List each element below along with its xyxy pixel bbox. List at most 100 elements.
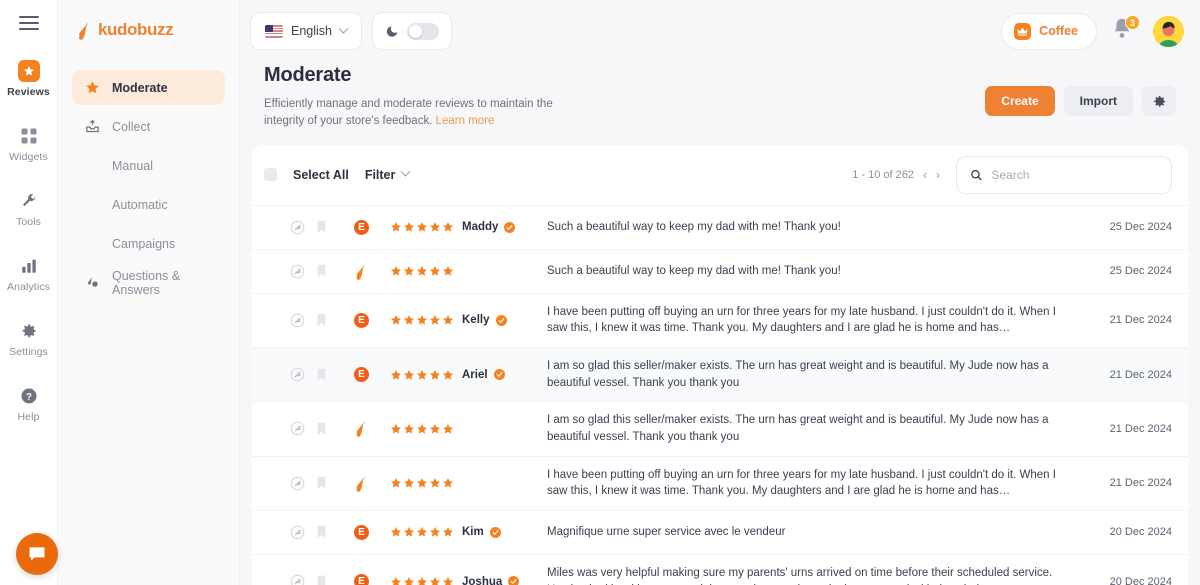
- sidebar-item-collect[interactable]: Collect: [72, 109, 225, 144]
- create-button[interactable]: Create: [985, 86, 1055, 116]
- etsy-source-icon: E: [354, 219, 369, 235]
- table-row[interactable]: Such a beautiful way to keep my dad with…: [252, 248, 1188, 293]
- search-input[interactable]: [991, 167, 1158, 182]
- table-row[interactable]: I have been putting off buying an urn fo…: [252, 455, 1188, 510]
- row-bookmark-button[interactable]: [316, 220, 354, 234]
- star-icon: [391, 369, 401, 380]
- reviews-list: E Maddy Such a beautiful way to keep my …: [252, 204, 1188, 585]
- publish-icon: [290, 476, 305, 491]
- page-header: Moderate Efficiently manage and moderate…: [240, 62, 1200, 145]
- star-icon: [443, 315, 453, 325]
- row-bookmark-button[interactable]: [316, 525, 354, 539]
- coffee-label: Coffee: [1039, 24, 1078, 38]
- row-bookmark-button[interactable]: [316, 313, 354, 327]
- crown-badge-icon: [1014, 22, 1032, 40]
- select-all-checkbox[interactable]: [264, 168, 277, 181]
- review-source: E: [354, 524, 390, 540]
- dark-mode-toggle[interactable]: [372, 12, 452, 50]
- review-date: 25 Dec 2024: [1109, 265, 1172, 277]
- star-icon: [443, 478, 453, 488]
- review-text: I have been putting off buying an urn fo…: [547, 305, 1056, 335]
- sidebar-item-moderate[interactable]: Moderate: [72, 70, 225, 105]
- star-icon: [391, 527, 401, 537]
- rail-item-label: Help: [17, 411, 40, 423]
- table-row[interactable]: E Kelly I have been putting off buying a…: [252, 292, 1188, 347]
- filter-dropdown[interactable]: Filter: [365, 166, 411, 182]
- star-icon: [404, 423, 414, 434]
- sidebar-item-questions-answers[interactable]: Questions & Answers: [72, 265, 225, 300]
- review-date: 21 Dec 2024: [1109, 477, 1172, 490]
- sidebar-item-campaigns[interactable]: Campaigns: [72, 226, 225, 261]
- review-source: E: [354, 574, 390, 585]
- row-bookmark-button[interactable]: [316, 264, 354, 278]
- star-icon: [417, 266, 427, 276]
- star-icon: [430, 369, 440, 380]
- rating-stars: [390, 265, 462, 277]
- table-row[interactable]: E Ariel I am so glad this seller/maker e…: [252, 346, 1188, 402]
- review-source: E: [354, 312, 390, 328]
- rail-item-label: Reviews: [7, 86, 50, 98]
- publish-icon: [290, 367, 305, 382]
- select-all-label[interactable]: Select All: [293, 168, 349, 182]
- row-bookmark-button[interactable]: [316, 575, 354, 585]
- table-row[interactable]: E Kim Magnifique urne super service avec…: [252, 509, 1188, 554]
- dark-mode-switch[interactable]: [407, 22, 439, 40]
- rail-item-settings[interactable]: Settings: [0, 320, 58, 358]
- row-publish-button[interactable]: [290, 264, 316, 279]
- chevron-down-icon: [400, 166, 411, 177]
- rail-item-widgets[interactable]: Widgets: [0, 125, 58, 163]
- row-publish-button[interactable]: [290, 313, 316, 328]
- language-selector[interactable]: English: [250, 12, 362, 50]
- chevron-right-icon[interactable]: ›: [936, 168, 940, 182]
- star-icon: [391, 222, 401, 232]
- reviewer-name: Joshua: [462, 576, 547, 585]
- star-icon: [430, 423, 440, 434]
- row-publish-button[interactable]: [290, 574, 316, 585]
- rail-item-reviews[interactable]: Reviews: [0, 60, 58, 98]
- star-icon: [443, 222, 453, 232]
- table-row[interactable]: E Joshua Miles was very helpful making s…: [252, 553, 1188, 585]
- kudobuzz-logo[interactable]: kudobuzz: [72, 18, 225, 70]
- row-publish-button[interactable]: [290, 367, 316, 382]
- rail-item-label: Settings: [9, 346, 48, 358]
- rail-item-tools[interactable]: Tools: [0, 190, 58, 228]
- rating-stars: [390, 576, 462, 585]
- star-icon: [430, 527, 440, 537]
- row-bookmark-button[interactable]: [316, 422, 354, 436]
- star-icon: [417, 478, 427, 488]
- rail-item-help[interactable]: ? Help: [0, 385, 58, 423]
- row-publish-button[interactable]: [290, 476, 316, 491]
- page-title: Moderate: [264, 64, 352, 86]
- row-publish-button[interactable]: [290, 220, 316, 235]
- row-publish-button[interactable]: [290, 525, 316, 540]
- sidebar-item-manual[interactable]: Manual: [72, 148, 225, 183]
- brand-name: kudobuzz: [98, 20, 174, 39]
- hamburger-menu-icon[interactable]: [18, 16, 39, 30]
- chat-widget-button[interactable]: [16, 533, 58, 575]
- row-publish-button[interactable]: [290, 421, 316, 436]
- bookmark-icon: [317, 368, 326, 381]
- review-date: 20 Dec 2024: [1109, 575, 1172, 585]
- search-box[interactable]: [956, 155, 1172, 194]
- import-button[interactable]: Import: [1063, 86, 1133, 116]
- chevron-left-icon[interactable]: ‹: [923, 168, 927, 182]
- reviews-toolbar: Select All Filter 1 - 10 of 262 ‹ ›: [252, 145, 1188, 205]
- bookmark-icon: [317, 476, 326, 490]
- table-row[interactable]: I am so glad this seller/maker exists. T…: [252, 401, 1188, 455]
- settings-button[interactable]: [1142, 86, 1176, 116]
- avatar[interactable]: [1153, 15, 1184, 47]
- notifications-button[interactable]: 3: [1111, 15, 1140, 45]
- kudobuzz-mark-icon: [79, 21, 89, 40]
- sidebar-item-automatic[interactable]: Automatic: [72, 187, 225, 222]
- row-bookmark-button[interactable]: [316, 476, 354, 490]
- star-icon: [404, 369, 414, 380]
- chat-question-icon: [84, 275, 101, 290]
- coffee-button[interactable]: Coffee: [1001, 12, 1097, 50]
- publish-icon: [290, 574, 305, 585]
- row-bookmark-button[interactable]: [316, 368, 354, 382]
- rail-item-analytics[interactable]: Analytics: [0, 255, 58, 293]
- search-icon: [971, 169, 982, 180]
- star-icon: [417, 527, 427, 537]
- table-row[interactable]: E Maddy Such a beautiful way to keep my …: [252, 204, 1188, 249]
- learn-more-link[interactable]: Learn more: [436, 115, 495, 127]
